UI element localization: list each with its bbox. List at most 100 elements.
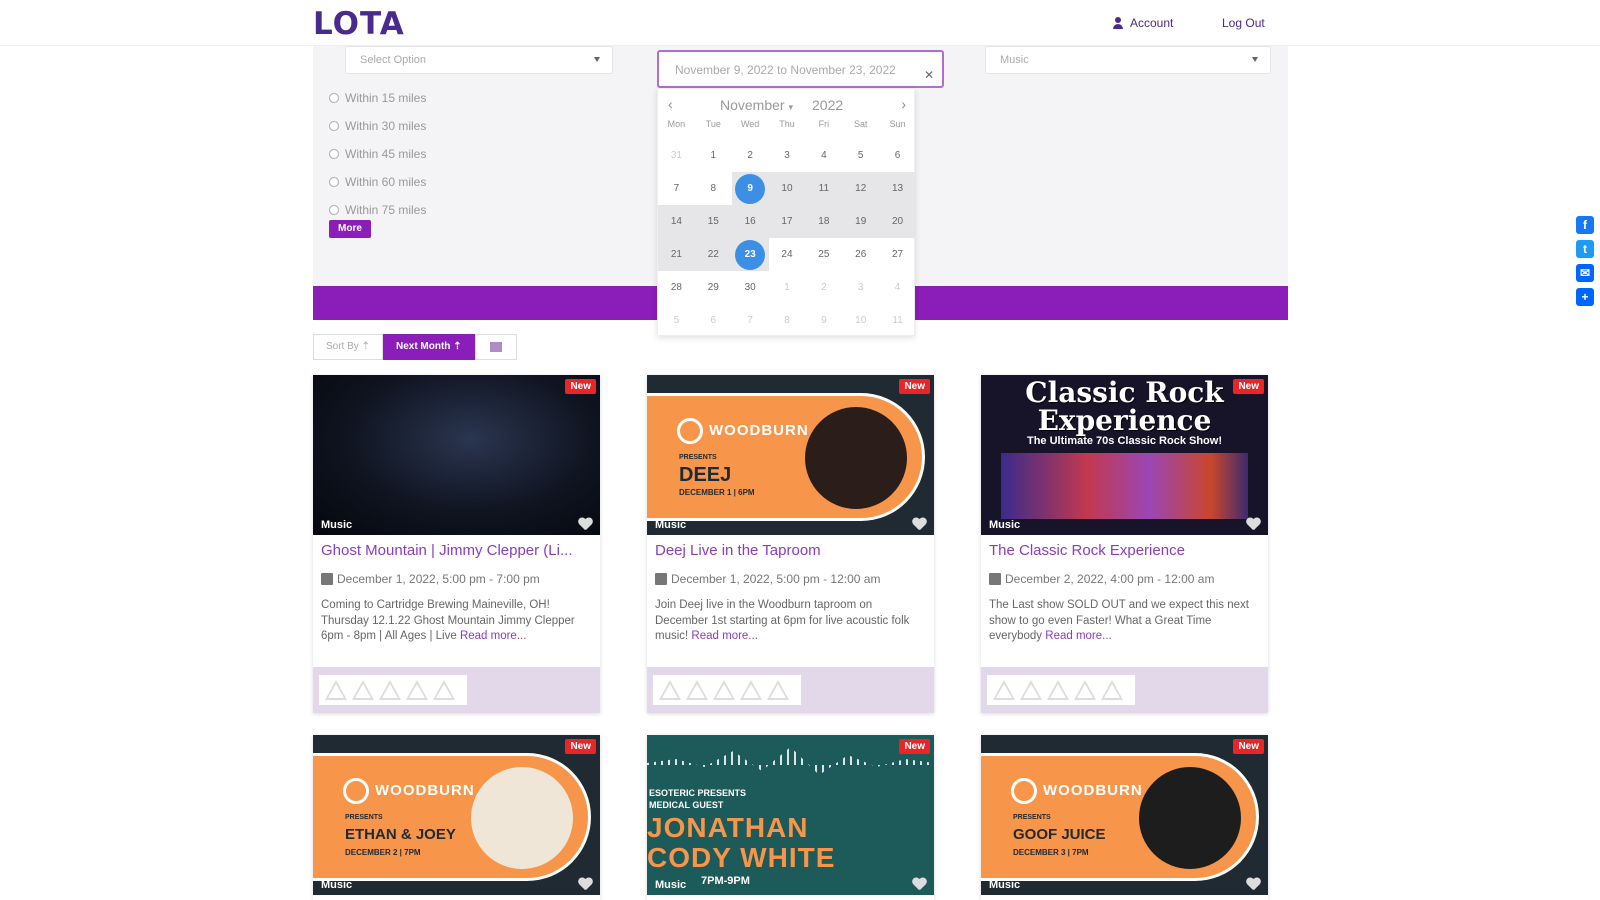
calendar-day[interactable]: 30	[732, 271, 769, 304]
rating-triangle-icon[interactable]	[993, 680, 1015, 700]
sort-by-button[interactable]: Sort By ⇡	[313, 334, 383, 360]
heart-icon[interactable]	[1246, 878, 1260, 890]
calendar-day[interactable]: 2	[732, 139, 769, 172]
heart-icon[interactable]	[1246, 518, 1260, 530]
event-card[interactable]: Classic Rock Experience The Ultimate 70s…	[981, 375, 1268, 713]
rating-triangle-icon[interactable]	[406, 680, 428, 700]
calendar-day[interactable]: 19	[842, 205, 880, 238]
calendar-day[interactable]: 12	[842, 172, 880, 205]
calendar-day[interactable]: 2	[805, 271, 842, 304]
close-icon[interactable]: ✕	[924, 68, 934, 82]
event-image[interactable]: ESOTERIC PRESENTS MEDICAL GUEST JONATHAN…	[647, 735, 934, 895]
more-button[interactable]: More	[329, 220, 371, 238]
facebook-icon[interactable]: f	[1576, 216, 1594, 234]
rating-triangle-icon[interactable]	[686, 680, 708, 700]
category-select[interactable]: Music	[985, 46, 1271, 74]
rating-triangle-icon[interactable]	[1047, 680, 1069, 700]
calendar-day[interactable]: 24	[769, 238, 806, 271]
event-title[interactable]: The Classic Rock Experience	[989, 542, 1259, 559]
radio-button[interactable]	[329, 177, 339, 187]
radio-button[interactable]	[329, 93, 339, 103]
calendar-day[interactable]: 6	[695, 304, 732, 337]
event-image[interactable]: WOODBURN PRESENTS DEEJ DECEMBER 1 | 6PM …	[647, 375, 934, 535]
calendar-day[interactable]: 15	[694, 205, 732, 238]
event-card[interactable]: WOODBURN PRESENTS ETHAN & JOEY DECEMBER …	[313, 735, 600, 900]
calendar-day[interactable]: 5	[658, 304, 695, 337]
calendar-day[interactable]: 14	[658, 205, 695, 238]
calendar-day[interactable]: 29	[695, 271, 732, 304]
calendar-day[interactable]: 23	[731, 238, 769, 271]
rating-widget[interactable]	[653, 675, 801, 705]
radio-button[interactable]	[329, 149, 339, 159]
rating-widget[interactable]	[987, 675, 1135, 705]
calendar-day[interactable]: 21	[658, 238, 695, 271]
heart-icon[interactable]	[912, 518, 926, 530]
next-month-button[interactable]: Next Month ⇡	[382, 334, 475, 360]
radio-button[interactable]	[329, 205, 339, 215]
calendar-day[interactable]: 25	[805, 238, 842, 271]
calendar-day[interactable]: 22	[694, 238, 732, 271]
rating-triangle-icon[interactable]	[1101, 680, 1123, 700]
date-range-input[interactable]: November 9, 2022 to November 23, 2022 ✕	[657, 50, 944, 88]
calendar-day[interactable]: 28	[658, 271, 695, 304]
calendar-day[interactable]: 31	[658, 139, 695, 172]
event-card[interactable]: New Music Ghost Mountain | Jimmy Clepper…	[313, 375, 600, 713]
read-more-link[interactable]: Read more...	[691, 630, 757, 642]
event-image[interactable]: WOODBURN PRESENTS ETHAN & JOEY DECEMBER …	[313, 735, 600, 895]
calendar-day[interactable]: 11	[879, 304, 916, 337]
calendar-day[interactable]: 8	[695, 172, 732, 205]
radius-option[interactable]: Within 15 miles	[329, 84, 426, 112]
rating-triangle-icon[interactable]	[325, 680, 347, 700]
calendar-day[interactable]: 3	[769, 139, 806, 172]
calendar-day[interactable]: 8	[769, 304, 806, 337]
site-logo[interactable]: LOTA	[313, 6, 405, 42]
rating-triangle-icon[interactable]	[352, 680, 374, 700]
calendar-day[interactable]: 5	[842, 139, 879, 172]
rating-triangle-icon[interactable]	[713, 680, 735, 700]
calendar-day[interactable]: 9	[731, 172, 769, 205]
heart-icon[interactable]	[578, 878, 592, 890]
add-share-icon[interactable]: +	[1576, 288, 1594, 306]
read-more-link[interactable]: Read more...	[1045, 630, 1111, 642]
distance-select[interactable]: Select Option	[345, 46, 613, 74]
rating-triangle-icon[interactable]	[433, 680, 455, 700]
rating-widget[interactable]	[319, 675, 467, 705]
event-image[interactable]: New Music	[313, 375, 600, 535]
calendar-day[interactable]: 1	[769, 271, 806, 304]
twitter-icon[interactable]: t	[1576, 240, 1594, 258]
email-icon[interactable]: ✉	[1576, 264, 1594, 282]
account-link[interactable]: Account	[1112, 16, 1173, 30]
calendar-day[interactable]: 26	[842, 238, 879, 271]
radio-button[interactable]	[329, 121, 339, 131]
rating-triangle-icon[interactable]	[379, 680, 401, 700]
read-more-link[interactable]: Read more...	[460, 630, 526, 642]
calendar-day[interactable]: 7	[658, 172, 695, 205]
event-title[interactable]: Ghost Mountain | Jimmy Clepper (Li...	[321, 542, 591, 559]
radius-option[interactable]: Within 60 miles	[329, 168, 426, 196]
calendar-day[interactable]: 10	[768, 172, 806, 205]
event-card[interactable]: ESOTERIC PRESENTS MEDICAL GUEST JONATHAN…	[647, 735, 934, 900]
calendar-day[interactable]: 17	[768, 205, 806, 238]
grid-view-button[interactable]	[474, 334, 517, 360]
calendar-month-select[interactable]: November ▾	[720, 97, 793, 113]
chevron-right-icon[interactable]: ›	[901, 96, 906, 112]
rating-triangle-icon[interactable]	[740, 680, 762, 700]
calendar-day[interactable]: 13	[879, 172, 916, 205]
event-image[interactable]: Classic Rock Experience The Ultimate 70s…	[981, 375, 1268, 535]
heart-icon[interactable]	[912, 878, 926, 890]
calendar-day[interactable]: 7	[732, 304, 769, 337]
rating-triangle-icon[interactable]	[1020, 680, 1042, 700]
radius-option[interactable]: Within 45 miles	[329, 140, 426, 168]
calendar-day[interactable]: 20	[879, 205, 916, 238]
calendar-day[interactable]: 4	[879, 271, 916, 304]
calendar-day[interactable]: 9	[805, 304, 842, 337]
heart-icon[interactable]	[578, 518, 592, 530]
rating-triangle-icon[interactable]	[767, 680, 789, 700]
event-image[interactable]: WOODBURN PRESENTS GOOF JUICE DECEMBER 3 …	[981, 735, 1268, 895]
calendar-day[interactable]: 27	[879, 238, 916, 271]
rating-triangle-icon[interactable]	[659, 680, 681, 700]
calendar-year[interactable]: 2022	[812, 97, 843, 113]
event-card[interactable]: WOODBURN PRESENTS GOOF JUICE DECEMBER 3 …	[981, 735, 1268, 900]
calendar-day[interactable]: 18	[805, 205, 843, 238]
calendar-day[interactable]: 16	[731, 205, 769, 238]
